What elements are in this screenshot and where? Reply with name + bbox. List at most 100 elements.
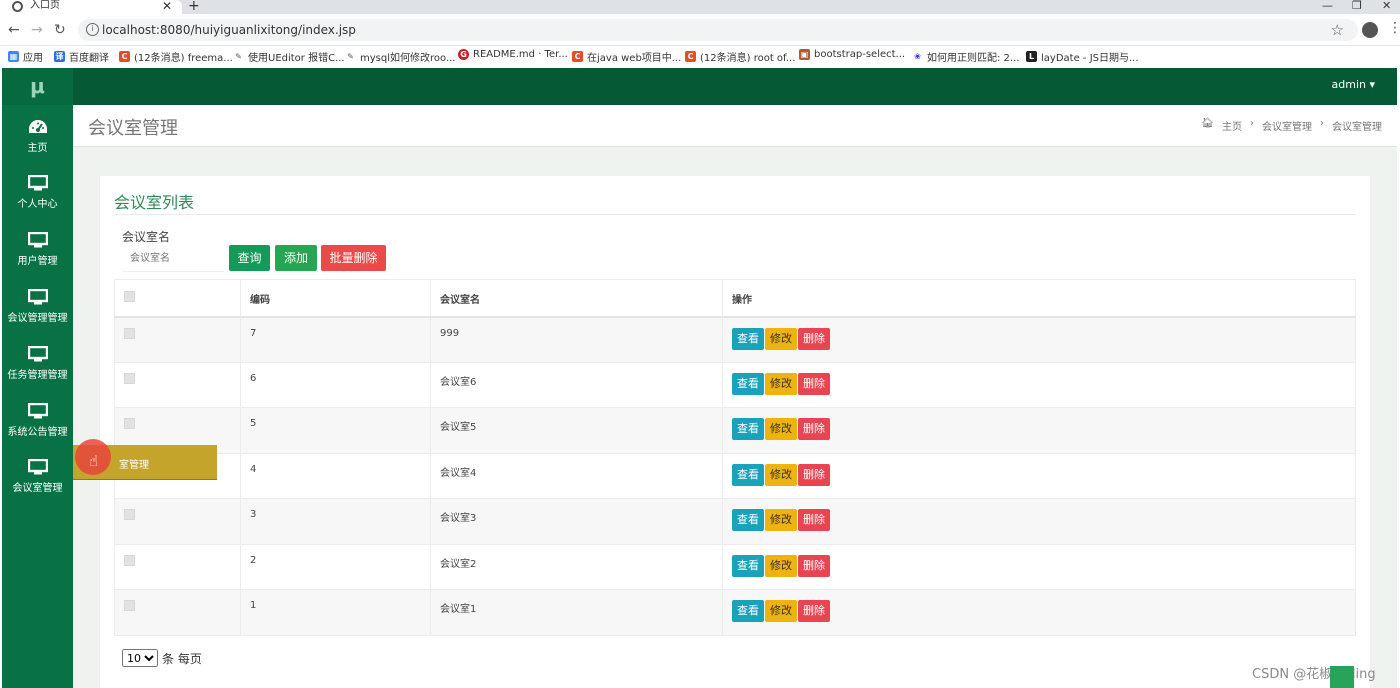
bookmark-item[interactable]: C (12条消息) root of... bbox=[685, 49, 795, 64]
back-icon[interactable]: ← bbox=[8, 22, 20, 38]
monitor-icon bbox=[27, 459, 48, 475]
table-row: 7 999 查看 修改 删除 bbox=[114, 316, 1356, 363]
cell-id: 3 bbox=[240, 498, 431, 545]
row-checkbox[interactable] bbox=[124, 327, 135, 339]
layui-icon: L bbox=[1026, 51, 1037, 62]
reload-icon[interactable]: ↻ bbox=[54, 22, 66, 38]
edit-button[interactable]: 修改 bbox=[765, 600, 797, 622]
row-checkbox[interactable] bbox=[124, 372, 135, 384]
sidebar-item-profile[interactable]: 个人中心 bbox=[2, 167, 73, 223]
view-button[interactable]: 查看 bbox=[732, 463, 764, 486]
monitor-icon bbox=[27, 289, 48, 305]
view-button[interactable]: 查看 bbox=[732, 327, 764, 350]
restore-icon[interactable]: ❐ bbox=[1352, 0, 1362, 12]
bookmark-star-icon[interactable]: ☆ bbox=[1331, 21, 1344, 39]
cell-name: 会议室6 bbox=[430, 361, 723, 408]
sidebar-item-home[interactable]: 主页 bbox=[2, 111, 73, 167]
browser-tab[interactable]: 入口页 ✕ bbox=[0, 0, 182, 14]
breadcrumb-home[interactable]: 主页 bbox=[1222, 118, 1242, 133]
bookmark-item[interactable]: C 在java web项目中... bbox=[572, 49, 681, 64]
info-icon[interactable]: i bbox=[86, 23, 99, 36]
delete-button[interactable]: 删除 bbox=[798, 327, 830, 350]
add-button[interactable]: 添加 bbox=[275, 245, 317, 271]
select-all-cell bbox=[114, 279, 241, 318]
divider bbox=[114, 214, 1356, 215]
view-button[interactable]: 查看 bbox=[732, 554, 764, 577]
translate-icon: 译 bbox=[54, 51, 65, 62]
top-header: admin ▾ bbox=[73, 68, 1397, 105]
edit-button[interactable]: 修改 bbox=[765, 463, 797, 486]
csdn-icon: C bbox=[572, 51, 583, 62]
edit-button[interactable]: 修改 bbox=[765, 372, 797, 395]
cell-id: 2 bbox=[240, 543, 431, 590]
monitor-icon bbox=[27, 346, 48, 362]
view-button[interactable]: 查看 bbox=[732, 372, 764, 395]
breadcrumb-current: 会议室管理 bbox=[1332, 122, 1382, 133]
monitor-icon bbox=[27, 232, 48, 248]
edit-button[interactable]: 修改 bbox=[765, 418, 797, 440]
sidebar-item-rooms[interactable]: 会议室管理 bbox=[2, 451, 73, 507]
url-box[interactable]: i localhost:8080/huiyiguanlixitong/index… bbox=[78, 19, 1358, 41]
browser-tab-strip: 入口页 ✕ + — ❐ ✕ bbox=[0, 0, 1400, 14]
delete-button[interactable]: 删除 bbox=[798, 600, 830, 622]
query-button[interactable]: 查询 bbox=[229, 245, 270, 271]
page-size-select[interactable]: 10 bbox=[122, 649, 158, 667]
sidebar-item-announcements[interactable]: 系统公告管理 bbox=[2, 395, 73, 451]
cell-id: 6 bbox=[240, 361, 431, 408]
table-header-row: 编码 会议室名 操作 bbox=[114, 279, 1356, 318]
row-checkbox[interactable] bbox=[124, 554, 135, 566]
corner-widget[interactable] bbox=[1330, 666, 1354, 688]
bookmark-item[interactable]: ❀ 如何用正则匹配: 2... bbox=[912, 49, 1019, 64]
sidebar-item-meetings[interactable]: 会议管理管理 bbox=[2, 281, 73, 337]
bookmark-item[interactable]: ✎ 使用UEditor 报错C... bbox=[233, 49, 345, 64]
view-button[interactable]: 查看 bbox=[732, 509, 764, 531]
view-button[interactable]: 查看 bbox=[732, 418, 764, 440]
forward-icon[interactable]: → bbox=[31, 22, 43, 38]
edit-button[interactable]: 修改 bbox=[765, 327, 797, 350]
bookmark-item[interactable]: 译百度翻译 bbox=[54, 49, 109, 64]
row-checkbox[interactable] bbox=[124, 418, 135, 429]
bookmarks-bar: ▦ 应用 译百度翻译 C (12条消息) freema... ✎ 使用UEditor … bbox=[0, 46, 1400, 68]
bookmark-item[interactable]: G README.md · Ter... bbox=[458, 49, 568, 60]
delete-button[interactable]: 删除 bbox=[798, 372, 830, 395]
room-list-card: 会议室列表 会议室名 查询 添加 批量删除 编码 会议室名 操作 7 999 查… bbox=[100, 176, 1370, 688]
profile-avatar-icon[interactable] bbox=[1362, 22, 1378, 38]
bookmark-item[interactable]: C (12条消息) freema... bbox=[119, 49, 233, 64]
delete-button[interactable]: 删除 bbox=[798, 509, 830, 531]
edit-button[interactable]: 修改 bbox=[765, 554, 797, 577]
tab-title: 入口页 bbox=[30, 0, 60, 11]
bookmark-item[interactable]: LlayDate - JS日期与... bbox=[1026, 49, 1139, 64]
sidebar-item-users[interactable]: 用户管理 bbox=[2, 224, 73, 280]
close-tab-icon[interactable]: ✕ bbox=[162, 0, 172, 13]
new-tab-icon[interactable]: + bbox=[188, 0, 200, 14]
browser-menu-icon[interactable]: ⋮ bbox=[1388, 20, 1400, 36]
batch-delete-button[interactable]: 批量删除 bbox=[321, 245, 386, 271]
sidebar-item-tasks[interactable]: 任务管理管理 bbox=[2, 338, 73, 394]
box-icon: ▣ bbox=[799, 49, 810, 60]
user-menu[interactable]: admin ▾ bbox=[1332, 78, 1375, 91]
url-text[interactable]: localhost:8080/huiyiguanlixitong/index.j… bbox=[102, 23, 356, 37]
bookmark-item[interactable]: ▣ bootstrap-select... bbox=[799, 49, 905, 60]
row-checkbox[interactable] bbox=[124, 509, 135, 520]
breadcrumb-separator: › bbox=[1320, 118, 1324, 129]
delete-button[interactable]: 删除 bbox=[798, 418, 830, 440]
cell-id: 5 bbox=[240, 407, 431, 454]
breadcrumb-separator: › bbox=[1250, 118, 1254, 129]
csdn-icon: C bbox=[685, 51, 696, 62]
cell-id: 7 bbox=[240, 316, 431, 363]
csdn-icon: C bbox=[119, 51, 130, 62]
minimize-icon[interactable]: — bbox=[1322, 0, 1333, 12]
select-all-checkbox[interactable] bbox=[124, 291, 135, 302]
edit-button[interactable]: 修改 bbox=[765, 509, 797, 531]
row-checkbox[interactable] bbox=[124, 600, 135, 611]
bookmark-item[interactable]: ✎ mysql如何修改roo... bbox=[345, 49, 455, 64]
table-row: 3 会议室3 查看 修改 删除 bbox=[114, 498, 1356, 545]
delete-button[interactable]: 删除 bbox=[798, 554, 830, 577]
app-logo[interactable]: μ bbox=[2, 68, 73, 105]
bookmark-item[interactable]: ▦ 应用 bbox=[8, 49, 43, 64]
window-close-icon[interactable]: ✕ bbox=[1382, 0, 1391, 12]
room-name-search-input[interactable] bbox=[122, 245, 224, 272]
breadcrumb-section[interactable]: 会议室管理 bbox=[1262, 118, 1312, 133]
delete-button[interactable]: 删除 bbox=[798, 463, 830, 486]
view-button[interactable]: 查看 bbox=[732, 600, 764, 622]
